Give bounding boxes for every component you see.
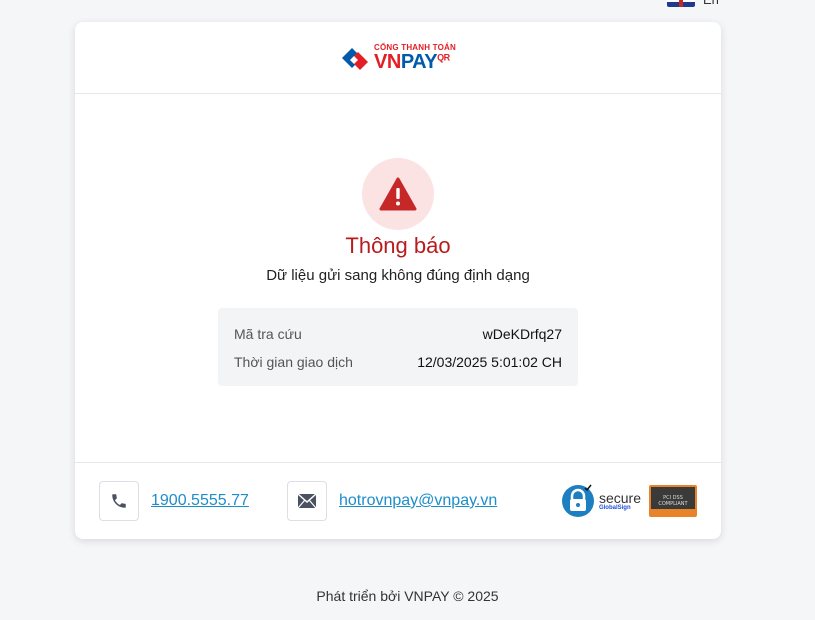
globalsign-label: GlobalSign [598,505,631,511]
logo-qr: QR [437,51,450,62]
page-footer: Phát triển bởi VNPAY © 2025 [316,588,499,604]
mail-icon [287,481,327,521]
phone-contact: 1900.5555.77 [99,481,287,521]
language-label: En [703,0,719,7]
transaction-info: Mã tra cứu wDeKDrfq27 Thời gian giao dịc… [218,308,578,386]
logo-pay: PAY [400,50,438,73]
logo-vn: VN [374,50,401,73]
globalsign-secure-badge[interactable]: secure GlobalSign [561,484,641,518]
pci-badge-stripe [651,509,695,515]
lookup-code-label: Mã tra cứu [234,326,302,342]
notice-card: CỔNG THANH TOÁN VNPAYQR Thông báo Dữ liệ… [75,22,721,539]
warning-icon [379,177,417,211]
secure-lock-icon [561,484,594,517]
phone-icon [99,481,139,521]
transaction-time-label: Thời gian giao dịch [234,354,353,370]
transaction-time-value: 12/03/2025 5:01:02 CH [417,354,562,370]
notice-title: Thông báo [345,233,451,258]
pci-line2: COMPLIANT [658,501,688,507]
card-header: CỔNG THANH TOÁN VNPAYQR [75,22,721,94]
uk-flag-icon [667,0,695,7]
notice-message: Dữ liệu gửi sang không đúng định dạng [266,267,530,284]
vnpay-logo: CỔNG THANH TOÁN VNPAYQR [340,43,456,73]
pci-dss-badge[interactable]: PCI DSS COMPLIANT [649,485,697,517]
language-switcher[interactable]: En [667,0,719,7]
card-footer: 1900.5555.77 hotrovnpay@vnpay.vn secure … [75,462,721,539]
email-link[interactable]: hotrovnpay@vnpay.vn [339,492,497,510]
phone-link[interactable]: 1900.5555.77 [151,492,249,510]
notice-body: Thông báo Dữ liệu gửi sang không đúng đị… [75,94,721,386]
alert-badge [362,158,434,230]
lookup-code-value: wDeKDrfq27 [482,326,562,342]
email-contact: hotrovnpay@vnpay.vn [287,481,497,521]
security-badges: secure GlobalSign PCI DSS COMPLIANT [561,484,697,518]
lookup-code-row: Mã tra cứu wDeKDrfq27 [234,320,562,348]
transaction-time-row: Thời gian giao dịch 12/03/2025 5:01:02 C… [234,348,562,376]
secure-label: secure [598,490,641,506]
vnpay-logo-icon [342,47,369,70]
